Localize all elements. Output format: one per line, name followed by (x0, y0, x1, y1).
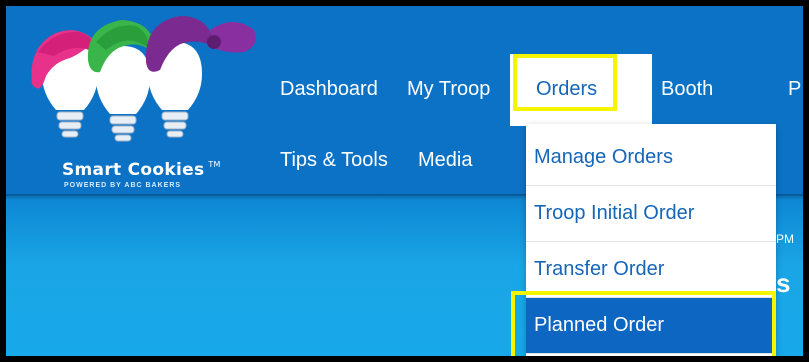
nav-clipped-item[interactable]: P (788, 78, 801, 101)
heading-fragment: s (776, 268, 791, 298)
time-fragment: PM (776, 232, 794, 246)
app-window: Smart Cookies TM POWERED BY ABC BAKERS Da… (6, 6, 803, 356)
menu-item-transfer-order[interactable]: Transfer Order (526, 242, 776, 298)
nav-media[interactable]: Media (418, 149, 472, 172)
menu-item-troop-initial-order[interactable]: Troop Initial Order (526, 186, 776, 242)
smart-cookies-logo[interactable]: Smart Cookies TM POWERED BY ABC BAKERS (24, 12, 264, 192)
menu-item-manage-orders[interactable]: Manage Orders (526, 130, 776, 186)
logo-trademark: TM (208, 160, 221, 169)
orders-highlight-box (513, 54, 617, 111)
logo-wordmark: Smart Cookies TM (62, 160, 221, 180)
nav-booth[interactable]: Booth (661, 78, 713, 101)
nav-tips-tools[interactable]: Tips & Tools (280, 149, 388, 172)
logo-name: Smart Cookies (62, 160, 205, 180)
nav-my-troop[interactable]: My Troop (407, 78, 490, 101)
planned-order-highlight-box (511, 291, 776, 356)
logo-tagline: POWERED BY ABC BAKERS (64, 182, 182, 189)
nav-dashboard[interactable]: Dashboard (280, 78, 378, 101)
